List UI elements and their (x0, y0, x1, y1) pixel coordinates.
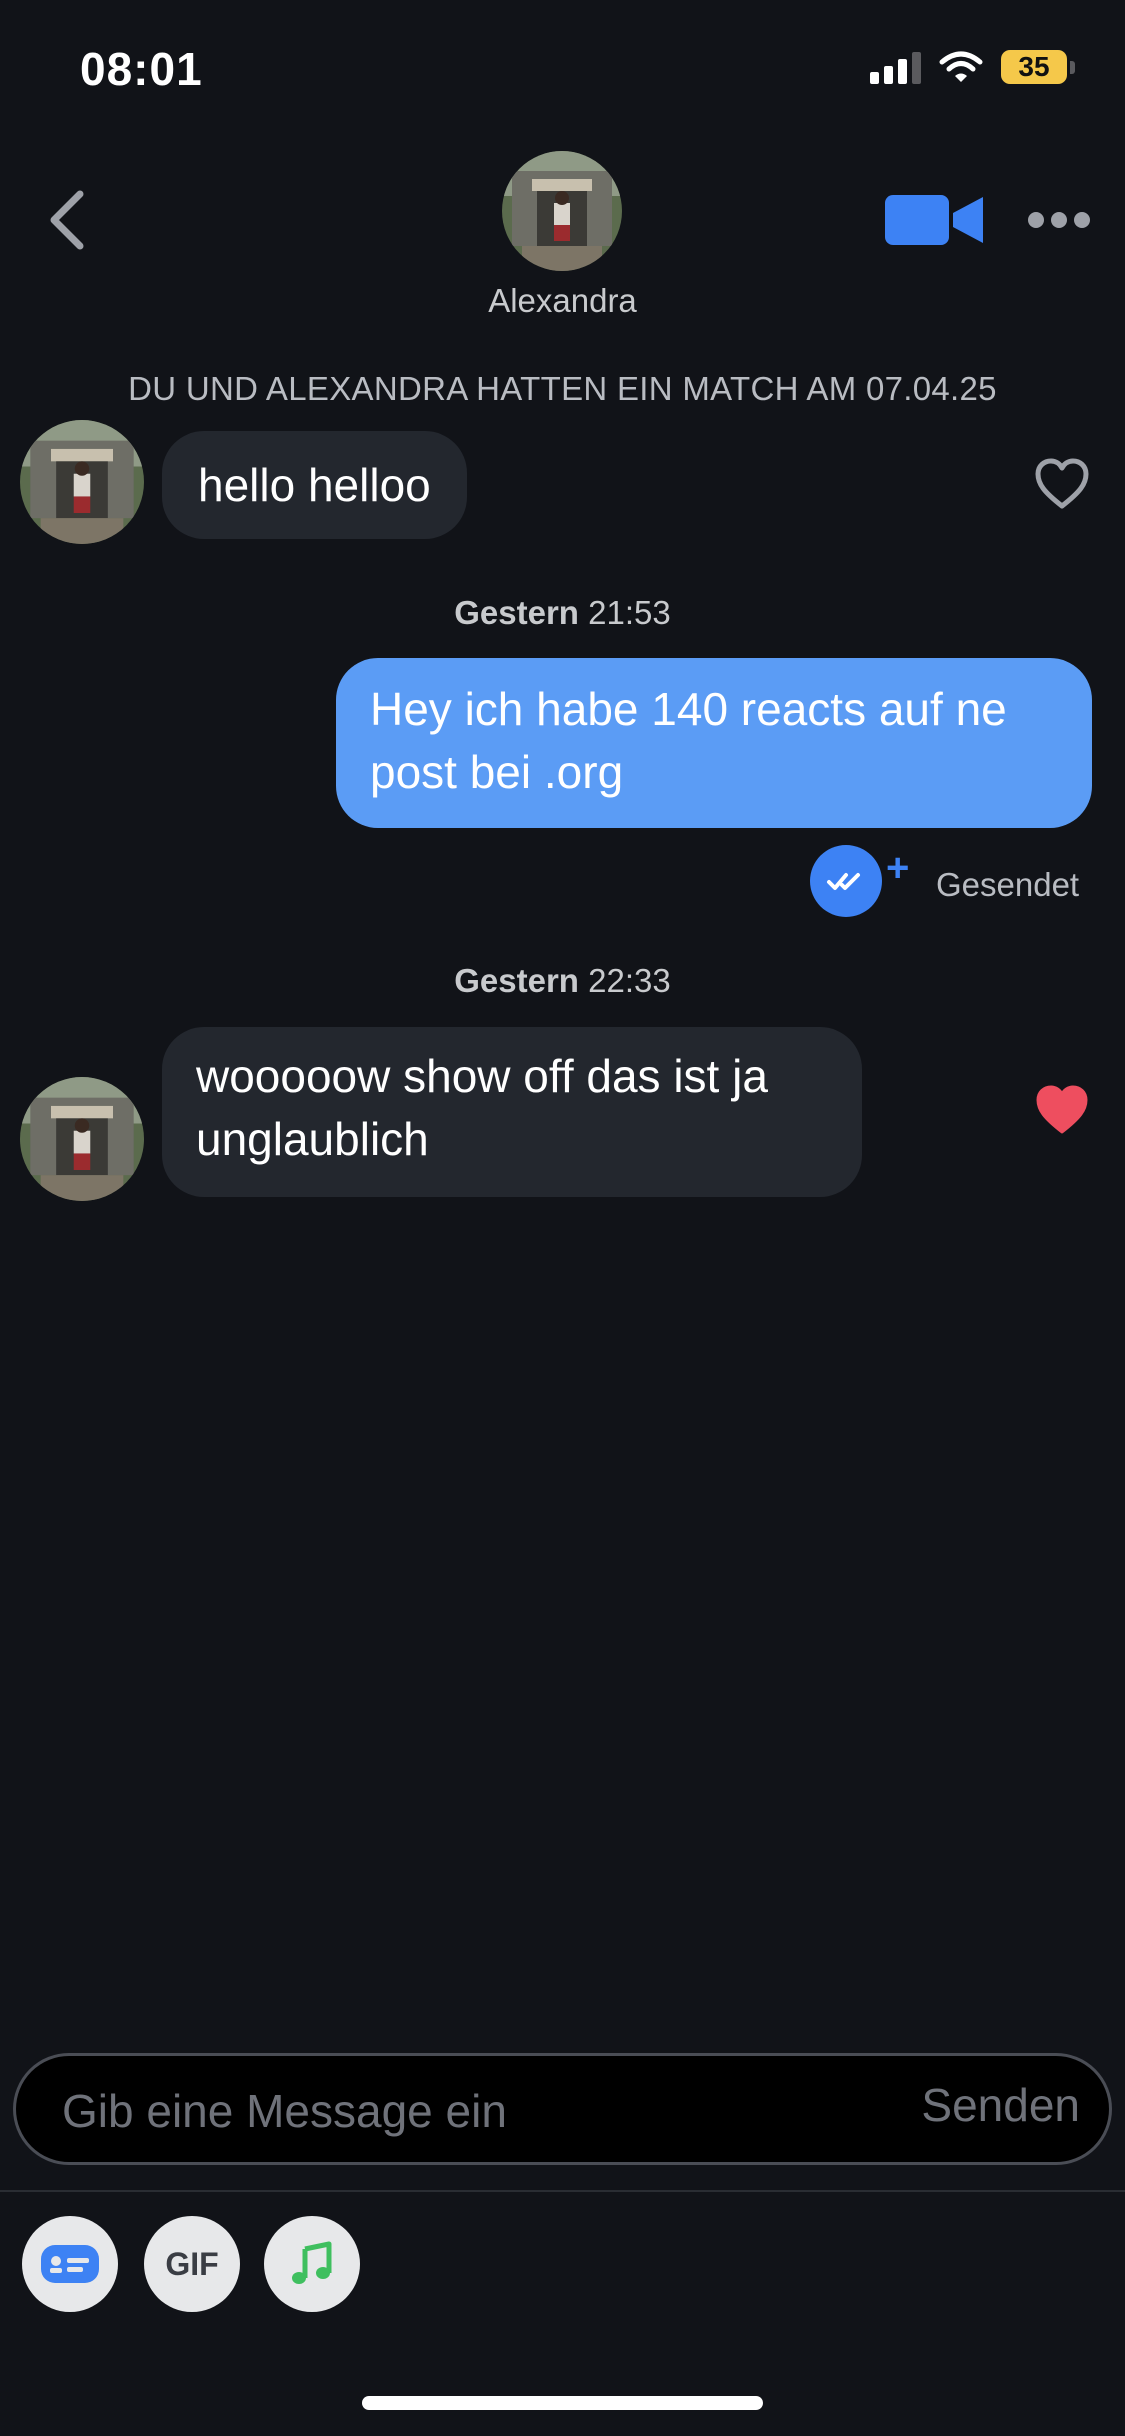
home-indicator[interactable] (362, 2396, 763, 2410)
timestamp-day: Gestern (454, 962, 579, 999)
message-input[interactable] (60, 2075, 844, 2147)
like-heart-filled-icon[interactable] (1034, 1084, 1090, 1136)
timestamp-time: 22:33 (588, 962, 671, 999)
more-options-icon[interactable] (1026, 208, 1092, 232)
music-note-icon (292, 2241, 332, 2284)
wifi-icon (939, 51, 983, 82)
battery-level: 35 (1001, 50, 1067, 84)
timestamp: Gestern 21:53 (0, 594, 1125, 632)
header-avatar[interactable] (502, 151, 622, 271)
music-button[interactable] (264, 2216, 360, 2312)
timestamp-time: 21:53 (588, 594, 671, 631)
message-status: Gesendet (936, 866, 1080, 903)
battery-icon: 35 (1001, 50, 1075, 84)
chat-card-icon (41, 2245, 99, 2283)
contact-name[interactable]: Alexandra (0, 282, 1125, 320)
status-indicators: 35 (870, 50, 1075, 84)
read-receipt-icon (810, 845, 882, 917)
sender-avatar[interactable] (20, 1077, 144, 1201)
gif-button[interactable]: GIF (144, 2216, 240, 2312)
gif-label: GIF (165, 2245, 219, 2282)
like-heart-outline-icon[interactable] (1034, 458, 1090, 510)
plus-icon[interactable]: + (886, 848, 909, 888)
message-bubble-incoming[interactable]: hello helloo (162, 431, 467, 539)
timestamp: Gestern 22:33 (0, 962, 1125, 1000)
send-button[interactable]: Senden (921, 2078, 1080, 2132)
quick-reply-button[interactable] (22, 2216, 118, 2312)
message-bubble-outgoing[interactable]: Hey ich habe 140 reacts auf ne post bei … (336, 658, 1092, 828)
timestamp-day: Gestern (454, 594, 579, 631)
message-bubble-incoming[interactable]: wooooow show off das ist ja unglaublich (162, 1027, 862, 1197)
video-call-icon[interactable] (885, 193, 985, 247)
divider (0, 2190, 1125, 2192)
match-banner: DU UND ALEXANDRA HATTEN EIN MATCH AM 07.… (128, 370, 997, 407)
back-icon[interactable] (42, 188, 92, 252)
sender-avatar[interactable] (20, 420, 144, 544)
status-time: 08:01 (80, 43, 203, 95)
signal-icon (870, 50, 921, 84)
